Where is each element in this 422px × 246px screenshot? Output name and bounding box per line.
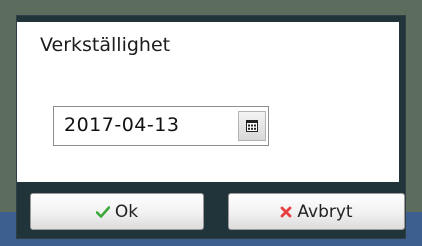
- dialog-content: Verkställighet 2017-04-13: [17, 22, 399, 182]
- calendar-button[interactable]: [238, 111, 266, 141]
- ok-button-label: Ok: [114, 201, 139, 222]
- cancel-button-label: Avbryt: [297, 201, 353, 222]
- cross-icon: [280, 206, 292, 218]
- calendar-icon: [246, 120, 258, 132]
- cancel-button[interactable]: Avbryt: [228, 193, 405, 230]
- date-value[interactable]: 2017-04-13: [64, 114, 179, 136]
- dialog-title: Verkställighet: [40, 34, 171, 56]
- checkmark-icon: [95, 205, 110, 218]
- date-input[interactable]: 2017-04-13: [53, 106, 269, 146]
- ok-button[interactable]: Ok: [30, 193, 204, 230]
